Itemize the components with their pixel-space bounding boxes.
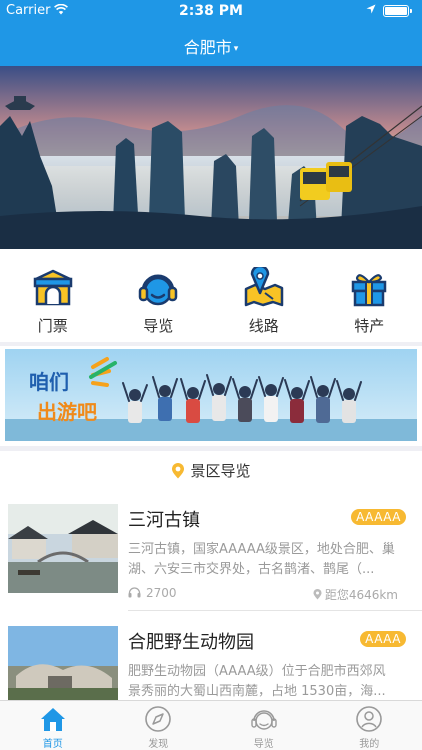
home-icon bbox=[40, 708, 65, 731]
promo-graphic: 咱们 出游吧 bbox=[5, 349, 417, 441]
status-bar: Carrier 2:38 PM bbox=[0, 0, 422, 22]
list-item[interactable]: 三河古镇 AAAAA 三河古镇，国家AAAAA级景区，地处合肥、巢湖、六安三市交… bbox=[0, 489, 422, 611]
tab-discover[interactable]: 发现 bbox=[106, 701, 212, 750]
quick-entry-guide[interactable]: 导览 bbox=[106, 249, 212, 342]
quick-entry-specialties[interactable]: 特产 bbox=[317, 249, 422, 342]
tab-label: 我的 bbox=[359, 739, 380, 750]
app-header: Carrier 2:38 PM 合肥市 ▾ bbox=[0, 0, 422, 66]
list-item[interactable]: 合肥野生动物园 AAAA 肥野生动物园（AAAA级）位于合肥市西郊风景秀丽的大蜀… bbox=[0, 611, 422, 715]
section-header: 景区导览 bbox=[0, 451, 422, 489]
section-title: 景区导览 bbox=[190, 462, 251, 480]
city-name: 合肥市 bbox=[183, 38, 232, 57]
tab-bar: 首页 发现 导览 我的 bbox=[0, 700, 422, 750]
user-icon bbox=[356, 706, 383, 732]
quick-entry-label: 门票 bbox=[37, 317, 68, 335]
headphones-guide-icon bbox=[139, 274, 178, 306]
tab-mine[interactable]: 我的 bbox=[317, 701, 422, 750]
tab-label: 发现 bbox=[148, 739, 169, 750]
ticket-gate-icon bbox=[33, 269, 72, 306]
city-selector[interactable]: 合肥市 ▾ bbox=[0, 34, 422, 58]
listen-count: 2700 bbox=[128, 586, 177, 600]
headphones-small-icon bbox=[128, 587, 141, 598]
compass-icon bbox=[145, 706, 172, 732]
quick-entry-label: 特产 bbox=[354, 317, 385, 335]
mountain-scenery-image bbox=[0, 66, 422, 249]
battery-cap bbox=[410, 9, 412, 13]
quick-entry-tickets[interactable]: 门票 bbox=[0, 249, 106, 342]
gift-icon bbox=[352, 274, 387, 307]
rating-badge: AAAAA bbox=[351, 509, 406, 525]
quick-entry-routes[interactable]: 线路 bbox=[211, 249, 317, 342]
spot-description: 三河古镇，国家AAAAA级景区，地处合肥、巢湖、六安三市交界处，古名鹊渚、鹊尾（… bbox=[128, 542, 395, 577]
location-small-icon bbox=[313, 589, 322, 600]
spot-thumbnail bbox=[8, 504, 118, 593]
promo-line2: 出游吧 bbox=[37, 400, 97, 424]
spot-description: 肥野生动物园（AAAA级）位于合肥市西郊风景秀丽的大蜀山西南麓，占地 1530亩… bbox=[128, 664, 386, 699]
quick-entry-label: 导览 bbox=[143, 317, 174, 335]
tab-label: 导览 bbox=[253, 739, 274, 750]
spot-name: 三河古镇 bbox=[128, 510, 200, 531]
battery-icon bbox=[383, 5, 409, 17]
tab-label: 首页 bbox=[42, 739, 63, 750]
quick-entry-bar: 门票 导览 线路 特产 bbox=[0, 249, 422, 342]
location-arrow-icon bbox=[366, 4, 376, 14]
promo-line1: 咱们 bbox=[29, 370, 69, 394]
hero-banner[interactable] bbox=[0, 66, 422, 249]
headphones-icon bbox=[251, 710, 277, 730]
distance: 距您4646km bbox=[313, 586, 398, 603]
route-map-icon bbox=[244, 267, 283, 307]
chevron-down-icon: ▾ bbox=[233, 44, 239, 54]
rating-badge: AAAA bbox=[360, 631, 406, 647]
promo-banner[interactable]: 咱们 出游吧 bbox=[5, 349, 417, 441]
tab-guide[interactable]: 导览 bbox=[211, 701, 317, 750]
tab-home[interactable]: 首页 bbox=[0, 701, 106, 750]
clock: 2:38 PM bbox=[179, 3, 243, 19]
quick-entry-label: 线路 bbox=[248, 317, 279, 335]
spot-name: 合肥野生动物园 bbox=[128, 632, 254, 653]
promo-section: 咱们 出游吧 bbox=[0, 342, 422, 446]
location-pin-icon bbox=[172, 463, 185, 479]
